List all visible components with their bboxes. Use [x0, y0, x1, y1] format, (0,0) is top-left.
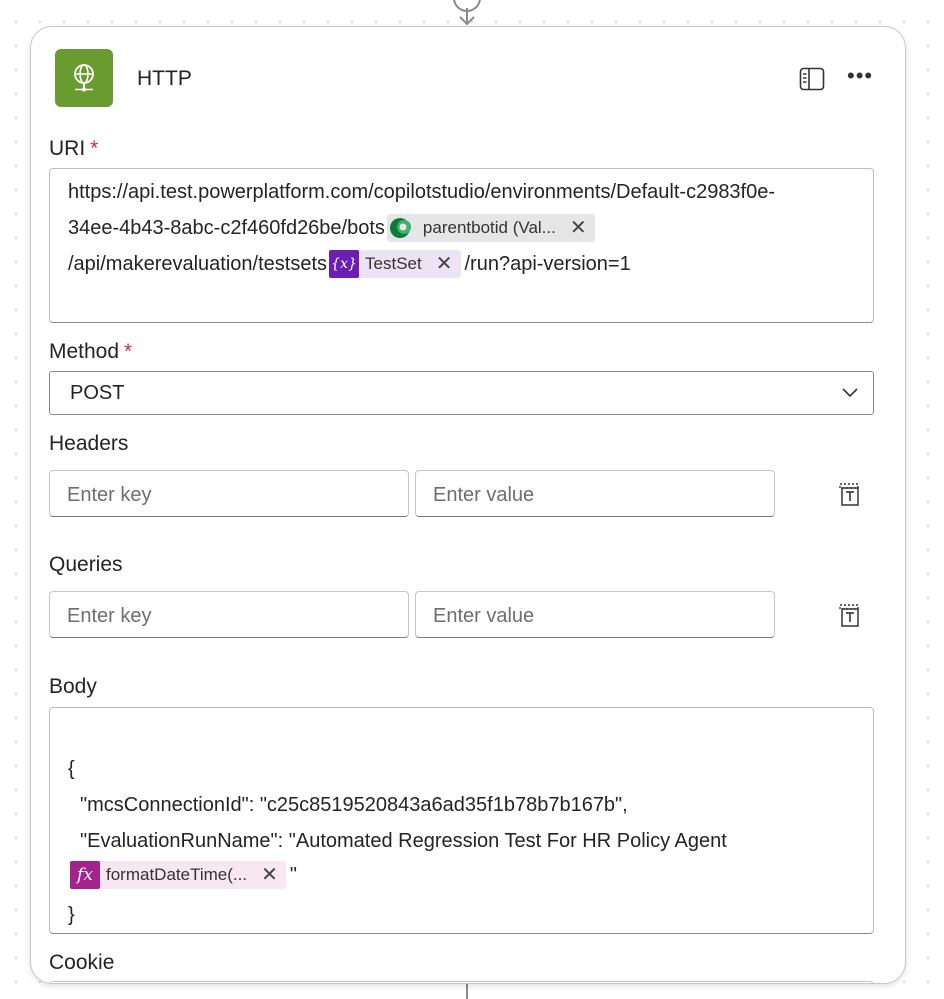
uri-line-1: https://api.test.powerplatform.com/copil… [68, 181, 776, 203]
formatdatetime-token[interactable]: fx formatDateTime(... ✕ [70, 861, 286, 889]
body-label: Body [49, 675, 97, 698]
variable-icon: {x} [329, 250, 360, 278]
required-indicator: * [124, 340, 133, 363]
method-value: POST [70, 382, 125, 404]
required-indicator: * [90, 137, 99, 160]
uri-label: URI * [49, 137, 99, 160]
method-label: Method * [49, 340, 133, 363]
delete-header-icon[interactable] [837, 481, 863, 507]
arrow-down-icon [459, 8, 475, 26]
headers-label: Headers [49, 432, 129, 455]
query-value-placeholder: Enter value [433, 605, 535, 627]
query-value-input[interactable]: Enter value [415, 591, 775, 638]
uri-input[interactable]: https://api.test.powerplatform.com/copil… [49, 168, 874, 323]
side-panel-icon[interactable] [799, 67, 825, 91]
remove-token-icon[interactable]: ✕ [436, 254, 453, 274]
header-value-placeholder: Enter value [433, 484, 535, 506]
card-title: HTTP [137, 67, 192, 90]
testset-token[interactable]: {x} TestSet ✕ [329, 250, 461, 278]
method-select[interactable]: POST [49, 371, 874, 415]
remove-token-icon[interactable]: ✕ [570, 218, 587, 238]
query-key-input[interactable]: Enter key [49, 591, 409, 638]
header-key-placeholder: Enter key [67, 484, 152, 506]
query-key-placeholder: Enter key [67, 605, 152, 627]
body-close-brace: } [68, 904, 75, 926]
http-app-icon [55, 49, 113, 107]
uri-line-2: 34ee-4b43-8abc-c2f460fd26be/bots parentb… [68, 214, 595, 242]
cookie-input[interactable] [49, 981, 874, 983]
body-input[interactable]: { "mcsConnectionId": "c25c8519520843a6ad… [49, 707, 874, 934]
function-icon: fx [70, 861, 100, 889]
delete-query-icon[interactable] [837, 602, 863, 628]
globe-icon [74, 64, 94, 92]
header-key-input[interactable]: Enter key [49, 470, 409, 517]
more-options-icon[interactable]: ••• [847, 65, 873, 91]
dataverse-icon [387, 214, 417, 242]
http-action-card: HTTP ••• URI * https://api.test.powerplat… [30, 26, 906, 984]
uri-line-3: /api/makerevaluation/testsets {x} TestSe… [68, 250, 631, 278]
body-line-3: fx formatDateTime(... ✕ " [70, 861, 297, 889]
queries-label: Queries [49, 553, 123, 576]
body-line-1: "mcsConnectionId": "c25c8519520843a6ad35… [80, 794, 628, 816]
cookie-label: Cookie [49, 951, 115, 974]
remove-token-icon[interactable]: ✕ [261, 865, 278, 885]
parentbotid-token[interactable]: parentbotid (Val... ✕ [386, 214, 595, 242]
body-line-2: "EvaluationRunName": "Automated Regressi… [80, 830, 727, 852]
testset-token-label: TestSet [365, 254, 422, 273]
parentbotid-token-label: parentbotid (Val... [422, 218, 556, 237]
header-value-input[interactable]: Enter value [415, 470, 775, 517]
body-open-brace: { [68, 758, 75, 780]
chevron-down-icon [842, 388, 858, 398]
connector-line-bottom [466, 982, 468, 999]
formatdatetime-token-label: formatDateTime(... [106, 865, 248, 884]
